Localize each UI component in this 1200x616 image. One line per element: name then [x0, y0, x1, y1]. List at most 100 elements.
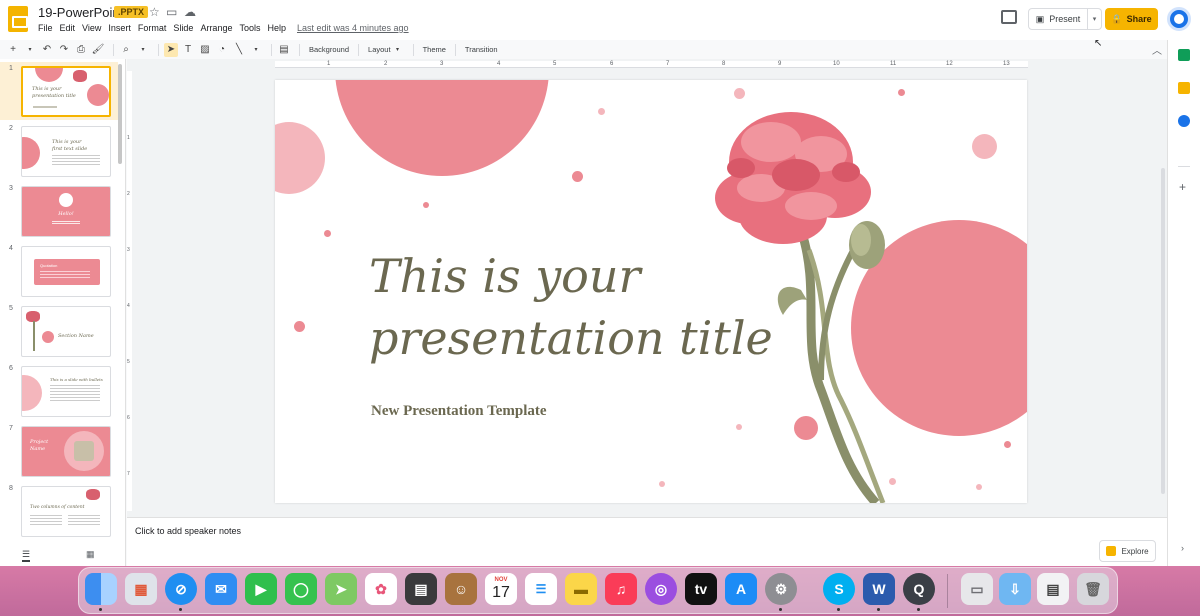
- present-dropdown-button[interactable]: ▾: [1088, 8, 1102, 30]
- zoom-icon[interactable]: ⌕: [119, 43, 133, 57]
- add-on-plus-icon[interactable]: +: [1179, 180, 1186, 194]
- text-box-icon[interactable]: T: [181, 43, 195, 57]
- documents-stack-icon[interactable]: ▤: [1037, 573, 1069, 605]
- cloud-status-icon[interactable]: ☁: [184, 5, 196, 19]
- mail-icon[interactable]: ✉: [205, 573, 237, 605]
- undo-icon[interactable]: ↶: [40, 43, 54, 57]
- menu-help[interactable]: Help: [267, 22, 291, 34]
- sheets-icon[interactable]: [1178, 49, 1190, 61]
- menu-insert[interactable]: Insert: [108, 22, 136, 34]
- filmstrip-scrollbar[interactable]: [118, 64, 122, 164]
- paint-format-icon[interactable]: 🖌: [91, 43, 105, 57]
- shape-icon[interactable]: ◔: [215, 43, 229, 57]
- add-comment-icon[interactable]: ▤: [277, 43, 291, 57]
- print-icon[interactable]: ⎙: [74, 43, 88, 57]
- facetime-icon[interactable]: ▶: [245, 573, 277, 605]
- menu-edit[interactable]: Edit: [60, 22, 81, 34]
- maps-icon[interactable]: ➤: [325, 573, 357, 605]
- share-button[interactable]: 🔒 Share: [1105, 8, 1158, 30]
- speaker-notes-panel[interactable]: Click to add speaker notes Explore: [127, 517, 1167, 566]
- slides-logo-icon[interactable]: [8, 6, 28, 32]
- running-indicator: [877, 608, 880, 611]
- expand-side-panel-icon[interactable]: ›: [1181, 543, 1184, 553]
- slide-number: 6: [9, 365, 13, 372]
- new-slide-dropdown-icon[interactable]: ▾: [23, 43, 37, 57]
- account-avatar[interactable]: [1167, 7, 1191, 31]
- apple-tv-icon[interactable]: tv: [685, 573, 717, 605]
- canvas-scrollbar[interactable]: [1161, 168, 1165, 494]
- redo-icon[interactable]: ↷: [57, 43, 71, 57]
- slide-subtitle-text[interactable]: New Presentation Template: [371, 403, 547, 420]
- calculator-icon[interactable]: ▤: [405, 573, 437, 605]
- menu-format[interactable]: Format: [138, 22, 172, 34]
- menu-arrange[interactable]: Arrange: [200, 22, 237, 34]
- document-title[interactable]: 19-PowerPoint: [38, 5, 123, 20]
- menu-slide[interactable]: Slide: [173, 22, 198, 34]
- background-button[interactable]: Background: [305, 45, 353, 54]
- comment-history-icon[interactable]: [1001, 10, 1017, 24]
- calendar-icon[interactable]: NOV 17: [485, 573, 517, 605]
- photos-icon[interactable]: ✿: [365, 573, 397, 605]
- trash-icon[interactable]: 🗑: [1077, 573, 1109, 605]
- line-icon[interactable]: ╲: [232, 43, 246, 57]
- slide-thumbnail-3[interactable]: 3 Hello!: [0, 182, 118, 240]
- menu-tools[interactable]: Tools: [239, 22, 265, 34]
- slide-thumbnail-4[interactable]: 4 Quotation: [0, 242, 118, 300]
- reminders-icon[interactable]: ☰: [525, 573, 557, 605]
- transition-button[interactable]: Transition: [461, 45, 502, 54]
- system-preferences-icon[interactable]: ⚙: [765, 573, 797, 605]
- slide-thumbnail-6[interactable]: 6 This is a slide with bullets: [0, 362, 118, 420]
- launchpad-icon[interactable]: ▦: [125, 573, 157, 605]
- insert-image-icon[interactable]: ▨: [198, 43, 212, 57]
- quicktime-icon[interactable]: Q: [903, 573, 935, 605]
- layout-dropdown-icon[interactable]: ▾: [391, 43, 405, 57]
- slide-title-text[interactable]: This is your presentation title: [369, 245, 773, 369]
- star-icon[interactable]: ☆: [149, 5, 160, 19]
- slide-thumbnail-8[interactable]: 8 Two columns of content: [0, 482, 118, 540]
- collapse-menus-icon[interactable]: ︿: [1152, 42, 1162, 57]
- app-store-icon[interactable]: A: [725, 573, 757, 605]
- music-icon[interactable]: ♫: [605, 573, 637, 605]
- zoom-dropdown-icon[interactable]: ▾: [136, 43, 150, 57]
- contacts-icon[interactable]: ☺: [445, 573, 477, 605]
- present-button[interactable]: ▣ Present: [1028, 8, 1088, 30]
- tasks-icon[interactable]: [1178, 115, 1190, 127]
- preview-file-icon[interactable]: ▭: [961, 573, 993, 605]
- slide-thumbnail-7[interactable]: 7 Project Name: [0, 422, 118, 480]
- theme-button[interactable]: Theme: [419, 45, 450, 54]
- word-icon[interactable]: W: [863, 573, 895, 605]
- keep-icon[interactable]: [1178, 82, 1190, 94]
- slide-filmstrip[interactable]: 1 This is your presentation title 2 This…: [0, 59, 126, 541]
- skype-icon[interactable]: S: [823, 573, 855, 605]
- podcasts-icon[interactable]: ◎: [645, 573, 677, 605]
- finder-icon[interactable]: [85, 573, 117, 605]
- speaker-notes-placeholder[interactable]: Click to add speaker notes: [135, 526, 241, 536]
- grid-view-icon[interactable]: ▦: [86, 549, 95, 560]
- running-indicator: [179, 608, 182, 611]
- toolbar-divider: [113, 43, 114, 56]
- menu-view[interactable]: View: [82, 22, 106, 34]
- notes-icon[interactable]: ▬: [565, 573, 597, 605]
- safari-icon[interactable]: ⊘: [165, 573, 197, 605]
- move-folder-icon[interactable]: ▭: [166, 5, 177, 19]
- slide-number: 1: [9, 65, 13, 72]
- downloads-folder-icon[interactable]: ⇩: [999, 573, 1031, 605]
- slide-thumbnail-2[interactable]: 2 This is your first text slide: [0, 122, 118, 180]
- filmstrip-view-icon[interactable]: ☰: [22, 549, 31, 562]
- vertical-ruler[interactable]: 1 2 3 4 5 6 7: [127, 71, 132, 511]
- explore-label: Explore: [1121, 546, 1149, 556]
- messages-icon[interactable]: ◯: [285, 573, 317, 605]
- slide-number: 8: [9, 485, 13, 492]
- macos-dock: ▦ ⊘ ✉ ▶ ◯ ➤ ✿ ▤ ☺ NOV 17 ☰ ▬ ♫ ◎ tv A ⚙ …: [78, 567, 1118, 614]
- menu-file[interactable]: File: [38, 22, 58, 34]
- select-cursor-icon[interactable]: ➤: [164, 42, 178, 57]
- last-edit-link[interactable]: Last edit was 4 minutes ago: [297, 23, 409, 33]
- explore-button[interactable]: Explore: [1099, 540, 1156, 562]
- horizontal-ruler[interactable]: 1 2 3 4 5 6 7 8 9 10 11 12 13: [275, 61, 1028, 68]
- slide-thumbnail-5[interactable]: 5 Section Name: [0, 302, 118, 360]
- slide-thumbnail-1[interactable]: 1 This is your presentation title: [0, 62, 118, 120]
- line-dropdown-icon[interactable]: ▾: [249, 43, 263, 57]
- new-slide-icon[interactable]: +: [6, 43, 20, 57]
- slide-number: 4: [9, 245, 13, 252]
- current-slide[interactable]: This is your presentation title New Pres…: [275, 80, 1027, 503]
